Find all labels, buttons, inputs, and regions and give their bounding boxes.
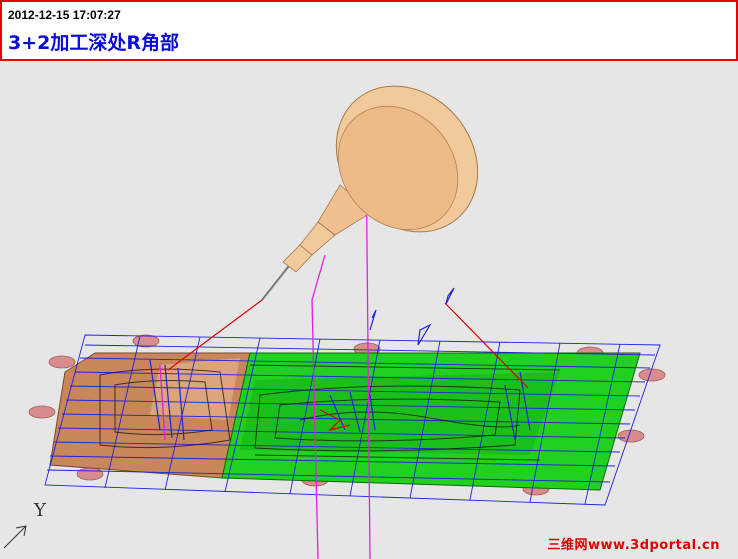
title-panel: 2012-12-15 17:07:27 3+2加工深处R角部: [0, 0, 738, 61]
axis-y-label: Y: [34, 500, 46, 521]
cam-viewport[interactable]: [0, 61, 738, 559]
timestamp: 2012-12-15 17:07:27: [8, 8, 121, 22]
tool-assembly: [261, 85, 479, 301]
watermark-text: 三维网www.3dportal.cn: [547, 538, 720, 553]
caption-title: 3+2加工深处R角部: [8, 32, 179, 54]
axis-triad: [3, 525, 27, 549]
